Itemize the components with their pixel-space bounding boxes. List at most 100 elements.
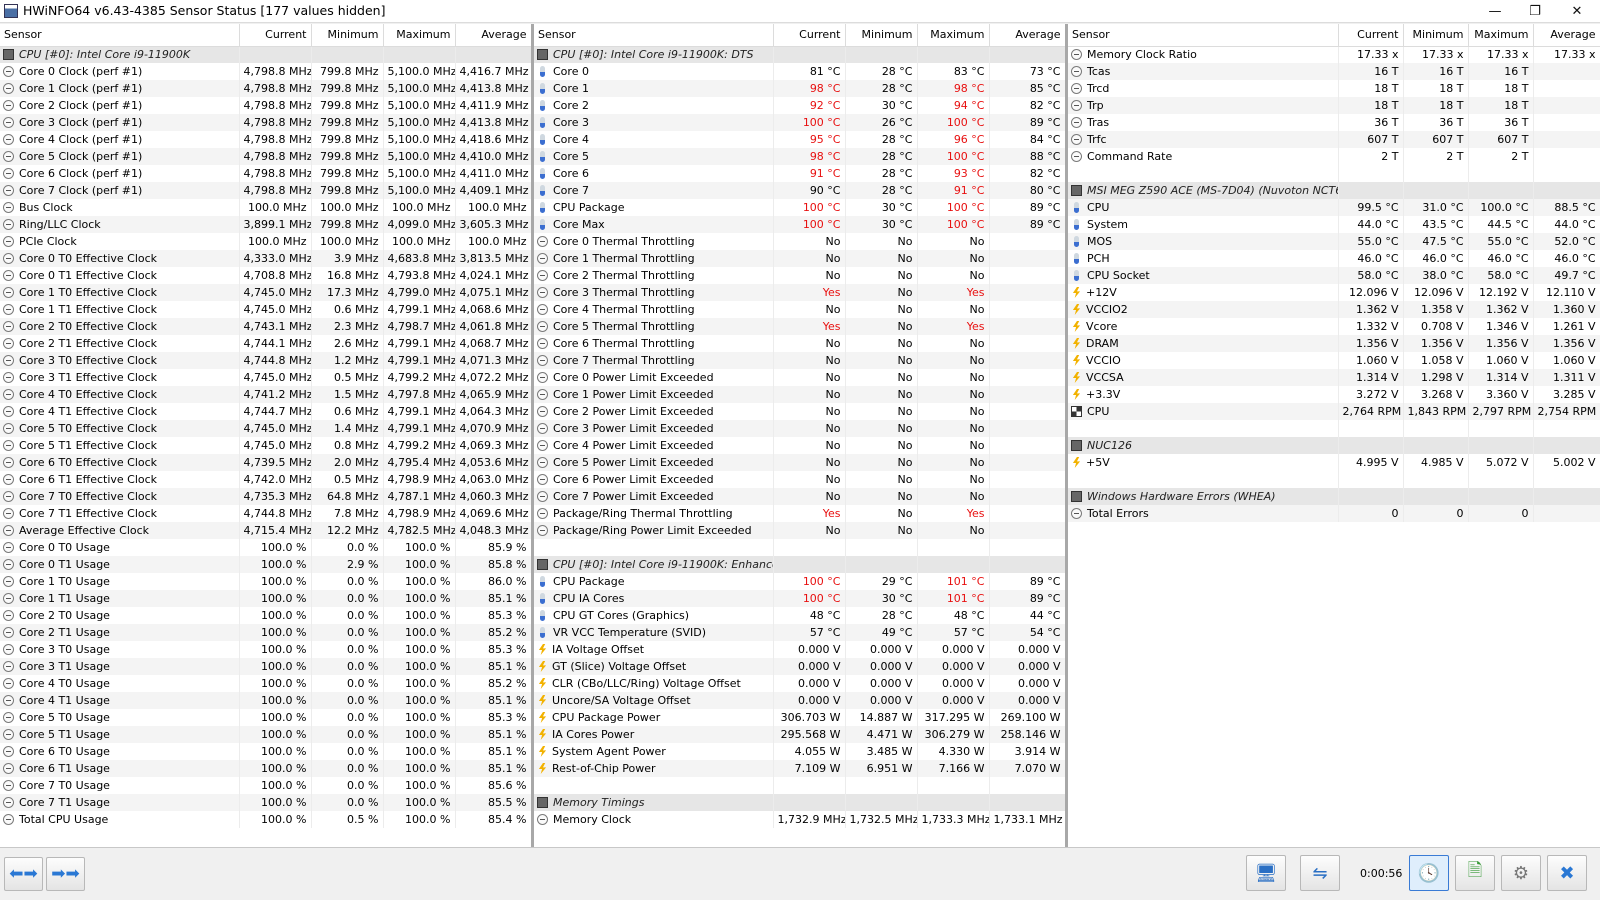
- sensor-row[interactable]: Core 3 Power Limit Exceeded No No No: [534, 420, 1065, 437]
- sensor-row[interactable]: Package/Ring Power Limit Exceeded No No No: [534, 522, 1065, 539]
- sensor-row[interactable]: Bus Clock 100.0 MHz 100.0 MHz 100.0 MHz 100.…: [0, 199, 531, 216]
- sensor-row[interactable]: Trcd 18 T 18 T 18 T: [1068, 80, 1600, 97]
- sensor-row[interactable]: Core 3 Clock (perf #1) 4,798.8 MHz 799.8 M…: [0, 114, 531, 131]
- sensor-row[interactable]: Command Rate 2 T2 T2 T: [1068, 148, 1600, 165]
- sensor-row[interactable]: Total Errors 0 0 0: [1068, 505, 1600, 522]
- col-sensor[interactable]: Sensor: [534, 24, 774, 47]
- col-maximum[interactable]: Maximum: [917, 24, 990, 47]
- sensor-row[interactable]: Core 6 91 °C 28 °C 93 °C 82 °C: [534, 165, 1065, 182]
- sensor-group-row[interactable]: Windows Hardware Errors (WHEA): [1068, 488, 1600, 505]
- sensor-row[interactable]: +12V 12.096 V 12.096 V 12.192 V 12.110 V: [1068, 284, 1600, 301]
- sensor-row[interactable]: Core 4 T1 Usage 100.0 % 0.0 % 100.0 % 85.1 %: [0, 692, 531, 709]
- sensor-row[interactable]: VCCIO 1.060 V 1.058 V 1.060 V 1.060 V: [1068, 352, 1600, 369]
- sensor-row[interactable]: VCCSA 1.314 V 1.298 V 1.314 V 1.311 V: [1068, 369, 1600, 386]
- col-maximum[interactable]: Maximum: [1468, 24, 1534, 47]
- sensor-row[interactable]: Core 5 Thermal Throttling Yes No Yes: [534, 318, 1065, 335]
- sensor-row[interactable]: Core 7 90 °C 28 °C 91 °C 80 °C: [534, 182, 1065, 199]
- sensor-row[interactable]: Core 2 T1 Effective Clock 4,744.1 MHz 2.6 …: [0, 335, 531, 352]
- sensor-row[interactable]: Core 7 T1 Effective Clock 4,744.8 MHz 7.8 …: [0, 505, 531, 522]
- sensor-group-row[interactable]: MSI MEG Z590 ACE (MS-7D04) (Nuvoton NCT6…: [1068, 182, 1600, 199]
- sensor-row[interactable]: CPU Package 100 °C 30 °C 100 °C 89 °C: [534, 199, 1065, 216]
- col-minimum[interactable]: Minimum: [845, 24, 918, 47]
- sensor-row[interactable]: Core 2 T0 Usage 100.0 % 0.0 % 100.0 % 85.3 %: [0, 607, 531, 624]
- sensor-row[interactable]: Core 7 Thermal Throttling No No No: [534, 352, 1065, 369]
- sensor-row[interactable]: Core 3 T1 Usage 100.0 % 0.0 % 100.0 % 85.1 %: [0, 658, 531, 675]
- logging-button[interactable]: 🗎: [1455, 855, 1495, 891]
- sensor-row[interactable]: Tcas 16 T 16 T 16 T: [1068, 63, 1600, 80]
- sensor-row[interactable]: Core 6 T1 Usage 100.0 % 0.0 % 100.0 % 85.1 %: [0, 760, 531, 777]
- sensor-row[interactable]: Core 6 Thermal Throttling No No No: [534, 335, 1065, 352]
- sensor-row[interactable]: MOS 55.0 °C 47.5 °C 55.0 °C 52.0 °C: [1068, 233, 1600, 250]
- sensor-row[interactable]: VR VCC Temperature (SVID) 57 °C 49 °C 57 °C…: [534, 624, 1065, 641]
- sensor-row[interactable]: DRAM 1.356 V 1.356 V 1.356 V 1.356 V: [1068, 335, 1600, 352]
- sensor-row[interactable]: Core 6 Clock (perf #1) 4,798.8 MHz 799.8 M…: [0, 165, 531, 182]
- sensor-row[interactable]: Core 4 Power Limit Exceeded No No No: [534, 437, 1065, 454]
- sensor-row[interactable]: Core 3 T1 Effective Clock 4,745.0 MHz 0.5 …: [0, 369, 531, 386]
- report-button[interactable]: 🖥: [1246, 855, 1286, 891]
- sensor-row[interactable]: CPU Socket 58.0 °C 38.0 °C 58.0 °C 49.7 °C: [1068, 267, 1600, 284]
- sensor-row[interactable]: Core 4 95 °C 28 °C 96 °C 84 °C: [534, 131, 1065, 148]
- sensor-row[interactable]: Core 0 T1 Effective Clock 4,708.8 MHz 16.8…: [0, 267, 531, 284]
- sensor-row[interactable]: Core 5 Power Limit Exceeded No No No: [534, 454, 1065, 471]
- sensor-row[interactable]: Package/Ring Thermal Throttling Yes No Yes: [534, 505, 1065, 522]
- sensor-row[interactable]: Tras 36 T 36 T 36 T: [1068, 114, 1600, 131]
- sensor-row[interactable]: Core 2 T1 Usage 100.0 % 0.0 % 100.0 % 85.2 %: [0, 624, 531, 641]
- sensor-row[interactable]: Core 1 T1 Usage 100.0 % 0.0 % 100.0 % 85.1 %: [0, 590, 531, 607]
- sensor-row[interactable]: Core 1 Clock (perf #1) 4,798.8 MHz 799.8 M…: [0, 80, 531, 97]
- sensor-row[interactable]: +3.3V 3.272 V 3.268 V 3.360 V 3.285 V: [1068, 386, 1600, 403]
- settings-button[interactable]: ⚙: [1501, 855, 1541, 891]
- network-button[interactable]: ⇋: [1300, 855, 1340, 891]
- sensor-row[interactable]: Uncore/SA Voltage Offset 0.000 V 0.000 V 0.…: [534, 692, 1065, 709]
- sensor-row[interactable]: PCH 46.0 °C 46.0 °C 46.0 °C 46.0 °C: [1068, 250, 1600, 267]
- sensor-row[interactable]: Core Max 100 °C 30 °C 100 °C 89 °C: [534, 216, 1065, 233]
- sensor-row[interactable]: Core 0 Thermal Throttling No No No: [534, 233, 1065, 250]
- sensor-row[interactable]: CPU GT Cores (Graphics) 48 °C 28 °C 48 °C 44…: [534, 607, 1065, 624]
- sensor-row[interactable]: CPU Package Power 306.703 W 14.887 W 317.29…: [534, 709, 1065, 726]
- sensor-row[interactable]: Core 1 T0 Usage 100.0 % 0.0 % 100.0 % 86.0 %: [0, 573, 531, 590]
- sensor-row[interactable]: System Agent Power 4.055 W 3.485 W 4.330 W3…: [534, 743, 1065, 760]
- sensor-row[interactable]: Core 4 Thermal Throttling No No No: [534, 301, 1065, 318]
- sensor-row[interactable]: PCIe Clock 100.0 MHz 100.0 MHz 100.0 MHz 100…: [0, 233, 531, 250]
- sensor-row[interactable]: Core 7 T0 Effective Clock 4,735.3 MHz 64.8…: [0, 488, 531, 505]
- sensor-group-row[interactable]: CPU [#0]: Intel Core i9-11900K: DTS: [534, 46, 1065, 63]
- sensor-row[interactable]: Core 5 T1 Effective Clock 4,745.0 MHz 0.8 …: [0, 437, 531, 454]
- sensor-row[interactable]: Core 7 T0 Usage 100.0 % 0.0 % 100.0 % 85.6 %: [0, 777, 531, 794]
- sensor-row[interactable]: Core 1 T1 Effective Clock 4,745.0 MHz 0.6 …: [0, 301, 531, 318]
- sensor-row[interactable]: Vcore 1.332 V 0.708 V 1.346 V 1.261 V: [1068, 318, 1600, 335]
- sensor-row[interactable]: Core 1 Thermal Throttling No No No: [534, 250, 1065, 267]
- sensor-row[interactable]: Core 4 Clock (perf #1) 4,798.8 MHz 799.8 M…: [0, 131, 531, 148]
- sensor-row[interactable]: Core 0 T1 Usage 100.0 % 2.9 % 100.0 % 85.8 %: [0, 556, 531, 573]
- close-button[interactable]: ✖: [1547, 855, 1587, 891]
- sensor-row[interactable]: CPU 99.5 °C 31.0 °C 100.0 °C 88.5 °C: [1068, 199, 1600, 216]
- sensor-row[interactable]: +5V 4.995 V 4.985 V 5.072 V 5.002 V: [1068, 454, 1600, 471]
- sensor-row[interactable]: Core 2 Thermal Throttling No No No: [534, 267, 1065, 284]
- sensor-row[interactable]: Average Effective Clock 4,715.4 MHz 12.2 M…: [0, 522, 531, 539]
- maximize-button[interactable]: ❐: [1515, 0, 1555, 23]
- col-minimum[interactable]: Minimum: [1403, 24, 1469, 47]
- sensor-row[interactable]: CPU IA Cores 100 °C 30 °C 101 °C 89 °C: [534, 590, 1065, 607]
- sensor-row[interactable]: Core 2 T0 Effective Clock 4,743.1 MHz 2.3 …: [0, 318, 531, 335]
- sensor-row[interactable]: IA Voltage Offset 0.000 V 0.000 V 0.000 V 0.…: [534, 641, 1065, 658]
- sensor-row[interactable]: Core 3 Thermal Throttling Yes No Yes: [534, 284, 1065, 301]
- sensor-row[interactable]: Core 6 T1 Effective Clock 4,742.0 MHz 0.5 …: [0, 471, 531, 488]
- sensor-row[interactable]: Core 6 T0 Effective Clock 4,739.5 MHz 2.0 …: [0, 454, 531, 471]
- sensor-row[interactable]: Total CPU Usage 100.0 % 0.5 % 100.0 % 85.4 %: [0, 811, 531, 828]
- sensor-row[interactable]: Core 2 Clock (perf #1) 4,798.8 MHz 799.8 M…: [0, 97, 531, 114]
- layout-toggle-button[interactable]: ➡➡: [46, 857, 85, 891]
- col-average[interactable]: Average: [989, 24, 1065, 47]
- sensor-row[interactable]: Core 0 T0 Effective Clock 4,333.0 MHz 3.9 …: [0, 250, 531, 267]
- sensor-row[interactable]: CPU Package 100 °C 29 °C 101 °C 89 °C: [534, 573, 1065, 590]
- sensor-row[interactable]: Core 3 T0 Usage 100.0 % 0.0 % 100.0 % 85.3 %: [0, 641, 531, 658]
- sensor-row[interactable]: Core 0 T0 Usage 100.0 % 0.0 % 100.0 % 85.9 %: [0, 539, 531, 556]
- sensor-row[interactable]: Core 5 98 °C 28 °C 100 °C 88 °C: [534, 148, 1065, 165]
- sensor-group-row[interactable]: CPU [#0]: Intel Core i9-11900K: [0, 46, 531, 63]
- sensor-row[interactable]: Core 5 T0 Usage 100.0 % 0.0 % 100.0 % 85.3 %: [0, 709, 531, 726]
- sensor-row[interactable]: Core 6 Power Limit Exceeded No No No: [534, 471, 1065, 488]
- collapse-expand-button[interactable]: ⬅➡: [4, 857, 43, 891]
- sensor-row[interactable]: VCCIO2 1.362 V 1.358 V 1.362 V 1.360 V: [1068, 301, 1600, 318]
- col-maximum[interactable]: Maximum: [383, 24, 456, 47]
- close-window-button[interactable]: ✕: [1557, 0, 1597, 23]
- minimize-button[interactable]: —: [1475, 0, 1515, 23]
- sensor-row[interactable]: Core 2 Power Limit Exceeded No No No: [534, 403, 1065, 420]
- sensor-row[interactable]: Core 7 Power Limit Exceeded No No No: [534, 488, 1065, 505]
